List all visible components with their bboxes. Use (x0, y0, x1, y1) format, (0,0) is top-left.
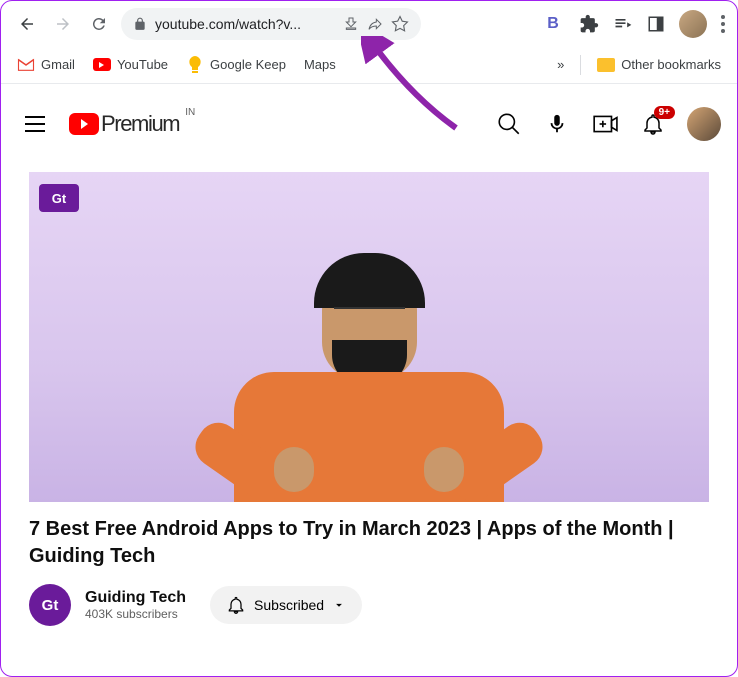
subscribe-label: Subscribed (254, 597, 324, 613)
video-content: Gt 7 Best Free Android Apps to Try in Ma… (1, 152, 737, 646)
user-avatar[interactable] (687, 107, 721, 141)
video-channel-watermark: Gt (39, 184, 79, 212)
divider (580, 55, 581, 75)
bookmark-keep[interactable]: Google Keep (186, 56, 286, 74)
folder-icon (597, 58, 615, 72)
bookmark-youtube[interactable]: YouTube (93, 56, 168, 74)
channel-info-row: Gt Guiding Tech 403K subscribers Subscri… (29, 584, 709, 626)
star-icon[interactable] (391, 15, 409, 33)
create-icon[interactable] (591, 110, 619, 138)
bell-icon (226, 595, 246, 615)
panel-icon[interactable] (647, 15, 665, 33)
lock-icon (133, 17, 147, 31)
address-bar[interactable]: youtube.com/watch?v... (121, 8, 421, 40)
bookmark-gmail[interactable]: Gmail (17, 56, 75, 74)
video-presenter (234, 265, 504, 502)
forward-button[interactable] (49, 10, 77, 38)
extensions-icon[interactable] (579, 14, 599, 34)
notification-badge: 9+ (654, 106, 675, 119)
install-icon[interactable] (343, 16, 359, 32)
other-bookmarks[interactable]: Other bookmarks (597, 57, 721, 72)
reload-button[interactable] (85, 10, 113, 38)
bookmark-maps[interactable]: Maps (304, 57, 336, 72)
country-code: IN (185, 107, 195, 118)
video-player[interactable]: Gt (29, 172, 709, 502)
back-button[interactable] (13, 10, 41, 38)
video-title: 7 Best Free Android Apps to Try in March… (29, 516, 709, 570)
browser-profile-avatar[interactable] (679, 10, 707, 38)
subscribe-button[interactable]: Subscribed (210, 586, 362, 624)
bookmarks-bar: Gmail YouTube Google Keep Maps » Other b… (1, 46, 737, 84)
browser-toolbar: youtube.com/watch?v... B (1, 1, 737, 46)
subscriber-count: 403K subscribers (85, 607, 186, 621)
channel-avatar[interactable]: Gt (29, 584, 71, 626)
gmail-icon (17, 56, 35, 74)
youtube-play-icon (69, 113, 99, 135)
playlist-icon[interactable] (613, 14, 633, 34)
search-icon[interactable] (495, 110, 523, 138)
browser-menu-icon[interactable] (721, 15, 725, 33)
youtube-header: Premium IN 9+ (1, 96, 737, 152)
voice-search-icon[interactable] (543, 110, 571, 138)
youtube-icon (93, 56, 111, 74)
share-icon[interactable] (367, 16, 383, 32)
channel-name[interactable]: Guiding Tech (85, 589, 186, 607)
youtube-logo[interactable]: Premium IN (69, 111, 179, 137)
url-text: youtube.com/watch?v... (155, 16, 335, 32)
bookmarks-overflow[interactable]: » (557, 57, 564, 72)
notifications-icon[interactable]: 9+ (639, 110, 667, 138)
chevron-down-icon (332, 598, 346, 612)
hamburger-menu[interactable] (17, 108, 53, 140)
keep-icon (186, 56, 204, 74)
extension-b-icon[interactable]: B (541, 12, 565, 36)
toolbar-extensions: B (541, 10, 725, 38)
